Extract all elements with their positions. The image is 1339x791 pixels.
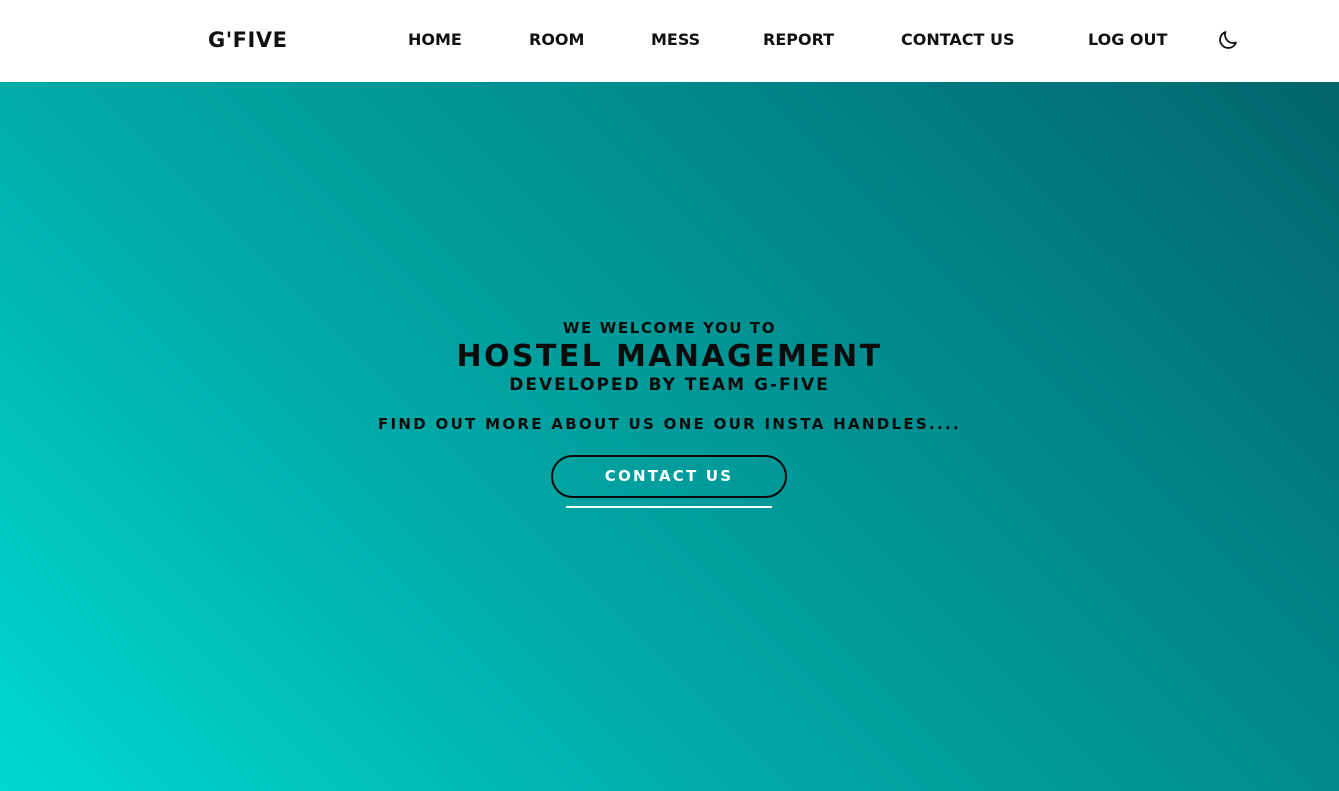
moon-icon[interactable] <box>1216 28 1240 52</box>
hero-welcome-text: WE WELCOME YOU TO <box>562 319 777 337</box>
nav-mess[interactable]: MESS <box>651 30 700 50</box>
hero-developed-by: DEVELOPED BY TEAM G-FIVE <box>509 375 830 395</box>
navbar: G'FIVE HOME ROOM MESS REPORT CONTACT US … <box>0 0 1339 82</box>
hero-title: HOSTEL MANAGEMENT <box>456 339 883 374</box>
button-underline-divider <box>566 506 772 508</box>
hero-find-out-text: FIND OUT MORE ABOUT US ONE OUR INSTA HAN… <box>377 415 962 433</box>
nav-room[interactable]: ROOM <box>529 30 584 50</box>
logo[interactable]: G'FIVE <box>208 28 287 52</box>
nav-contact-us[interactable]: CONTACT US <box>901 30 1015 50</box>
nav-log-out[interactable]: LOG OUT <box>1088 30 1167 50</box>
hero-section: WE WELCOME YOU TO HOSTEL MANAGEMENT DEVE… <box>0 82 1339 791</box>
nav-report[interactable]: REPORT <box>763 30 834 50</box>
contact-us-button[interactable]: CONTACT US <box>551 455 787 498</box>
nav-home[interactable]: HOME <box>408 30 462 50</box>
